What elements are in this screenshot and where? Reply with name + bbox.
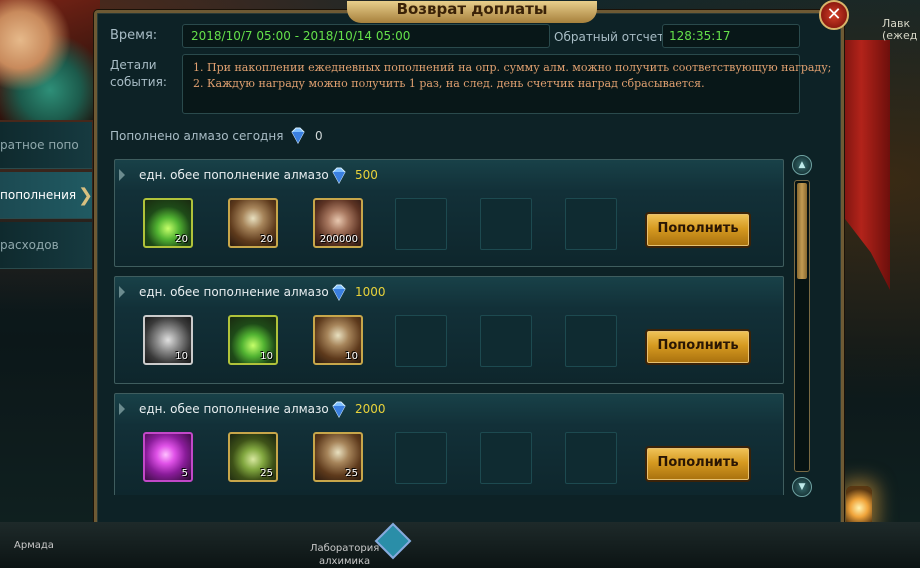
reward-amount: 1000	[355, 285, 386, 299]
reward-amount: 500	[355, 168, 378, 182]
sidebar-item-label: ратное попо	[0, 138, 79, 152]
reward-amount: 2000	[355, 402, 386, 416]
window-title: Возврат доплаты	[347, 1, 597, 23]
potion-icon[interactable]: 20	[143, 198, 193, 248]
empty-slot	[480, 432, 532, 484]
details-line-1: 1. При накоплении ежедневных пополнений …	[193, 61, 832, 74]
empty-slot	[565, 432, 617, 484]
details-box: 1. При накоплении ежедневных пополнений …	[182, 54, 831, 114]
shop-corner-label[interactable]: Лавк (ежед	[882, 18, 917, 42]
reward-card: едн. обее пополнение алмазо 1000 10 10 1…	[114, 276, 784, 384]
reward-list[interactable]: едн. обее пополнение алмазо 500 20 20 20…	[114, 155, 784, 495]
item-count: 10	[345, 351, 358, 362]
item-count: 20	[175, 234, 188, 245]
item-count: 10	[175, 351, 188, 362]
diamond-icon	[332, 401, 346, 419]
topped-up-today: Пополнено алмазо сегодня	[110, 129, 283, 143]
wood-bundle-icon[interactable]: 200000	[313, 198, 363, 248]
refill-button[interactable]: Пополнить	[645, 329, 751, 365]
reward-card: едн. обее пополнение алмазо 500 20 20 20…	[114, 159, 784, 267]
reward-card-header: едн. обее пополнение алмазо 500	[115, 160, 783, 190]
reward-card-header: едн. обее пополнение алмазо 1000	[115, 277, 783, 307]
countdown-value: 128:35:17	[669, 29, 731, 43]
details-line-2: 2. Каждую награду можно получить 1 раз, …	[193, 77, 705, 90]
armada-label[interactable]: Армада	[14, 540, 54, 551]
empty-slot	[565, 315, 617, 367]
shop-label-line-2: (ежед	[882, 29, 918, 42]
empty-slot	[565, 198, 617, 250]
sidebar-item-recurring[interactable]: ратное попо	[0, 122, 92, 169]
loot-bag-icon[interactable]: 20	[228, 198, 278, 248]
item-count: 25	[260, 468, 273, 479]
diamond-icon	[291, 127, 305, 145]
tome-icon[interactable]: 10	[143, 315, 193, 365]
item-count: 200000	[319, 234, 358, 245]
reward-title: едн. обее пополнение алмазо	[139, 402, 329, 416]
diamond-icon	[332, 167, 346, 185]
chevron-right-icon	[119, 169, 125, 181]
empty-slot	[395, 198, 447, 250]
scrollbar-thumb[interactable]	[797, 183, 807, 279]
reward-title: едн. обее пополнение алмазо	[139, 168, 329, 182]
reward-card: едн. обее пополнение алмазо 2000 5 25 25…	[114, 393, 784, 495]
topped-up-value: 0	[315, 129, 323, 143]
potion-jar-icon[interactable]: 25	[228, 432, 278, 482]
topped-up-label: Пополнено алмазо сегодня	[110, 129, 284, 143]
empty-slot	[395, 432, 447, 484]
refill-button[interactable]: Пополнить	[645, 212, 751, 248]
reward-title: едн. обее пополнение алмазо	[139, 285, 329, 299]
time-label: Время:	[110, 28, 158, 43]
bottom-bar	[0, 522, 920, 568]
item-count: 25	[345, 468, 358, 479]
refill-button[interactable]: Пополнить	[645, 446, 751, 482]
details-label-line-1: Детали	[110, 58, 157, 72]
chevron-right-icon: ❯	[78, 185, 94, 206]
reward-card-header: едн. обее пополнение алмазо 2000	[115, 394, 783, 424]
scroll-up-button[interactable]: ▲	[792, 155, 812, 175]
countdown-field: 128:35:17	[662, 24, 800, 48]
diamond-icon	[332, 284, 346, 302]
scroll-down-button[interactable]: ▼	[792, 477, 812, 497]
time-field: 2018/10/7 05:00 - 2018/10/14 05:00	[182, 24, 550, 48]
item-count: 10	[260, 351, 273, 362]
details-label-line-2: события:	[110, 75, 167, 89]
sidebar-item-label: расходов	[0, 238, 59, 252]
empty-slot	[395, 315, 447, 367]
sidebar-item-spending[interactable]: расходов	[0, 222, 92, 269]
time-value: 2018/10/7 05:00 - 2018/10/14 05:00	[191, 29, 411, 43]
details-label: Детали события:	[110, 57, 167, 91]
item-count: 20	[260, 234, 273, 245]
alchemy-lab-line-2: алхимика	[319, 556, 371, 567]
loot-bag-icon[interactable]: 10	[313, 315, 363, 365]
potion-icon[interactable]: 10	[228, 315, 278, 365]
empty-slot	[480, 315, 532, 367]
close-button[interactable]: ✕	[819, 0, 849, 30]
hero-portrait	[0, 0, 100, 120]
lantern-icon[interactable]	[846, 486, 872, 526]
chevron-right-icon	[119, 403, 125, 415]
empty-slot	[480, 198, 532, 250]
scrollbar-track[interactable]	[794, 180, 810, 472]
alchemy-lab-label[interactable]: Лаборатория алхимика	[310, 542, 379, 568]
chevron-right-icon	[119, 286, 125, 298]
alchemy-lab-line-1: Лаборатория	[310, 543, 380, 554]
item-count: 5	[181, 468, 188, 479]
loot-bag-icon[interactable]: 25	[313, 432, 363, 482]
magic-orb-icon[interactable]: 5	[143, 432, 193, 482]
countdown-label: Обратный отсчет:	[554, 30, 669, 44]
sidebar-item-label: пополнения	[0, 188, 77, 202]
